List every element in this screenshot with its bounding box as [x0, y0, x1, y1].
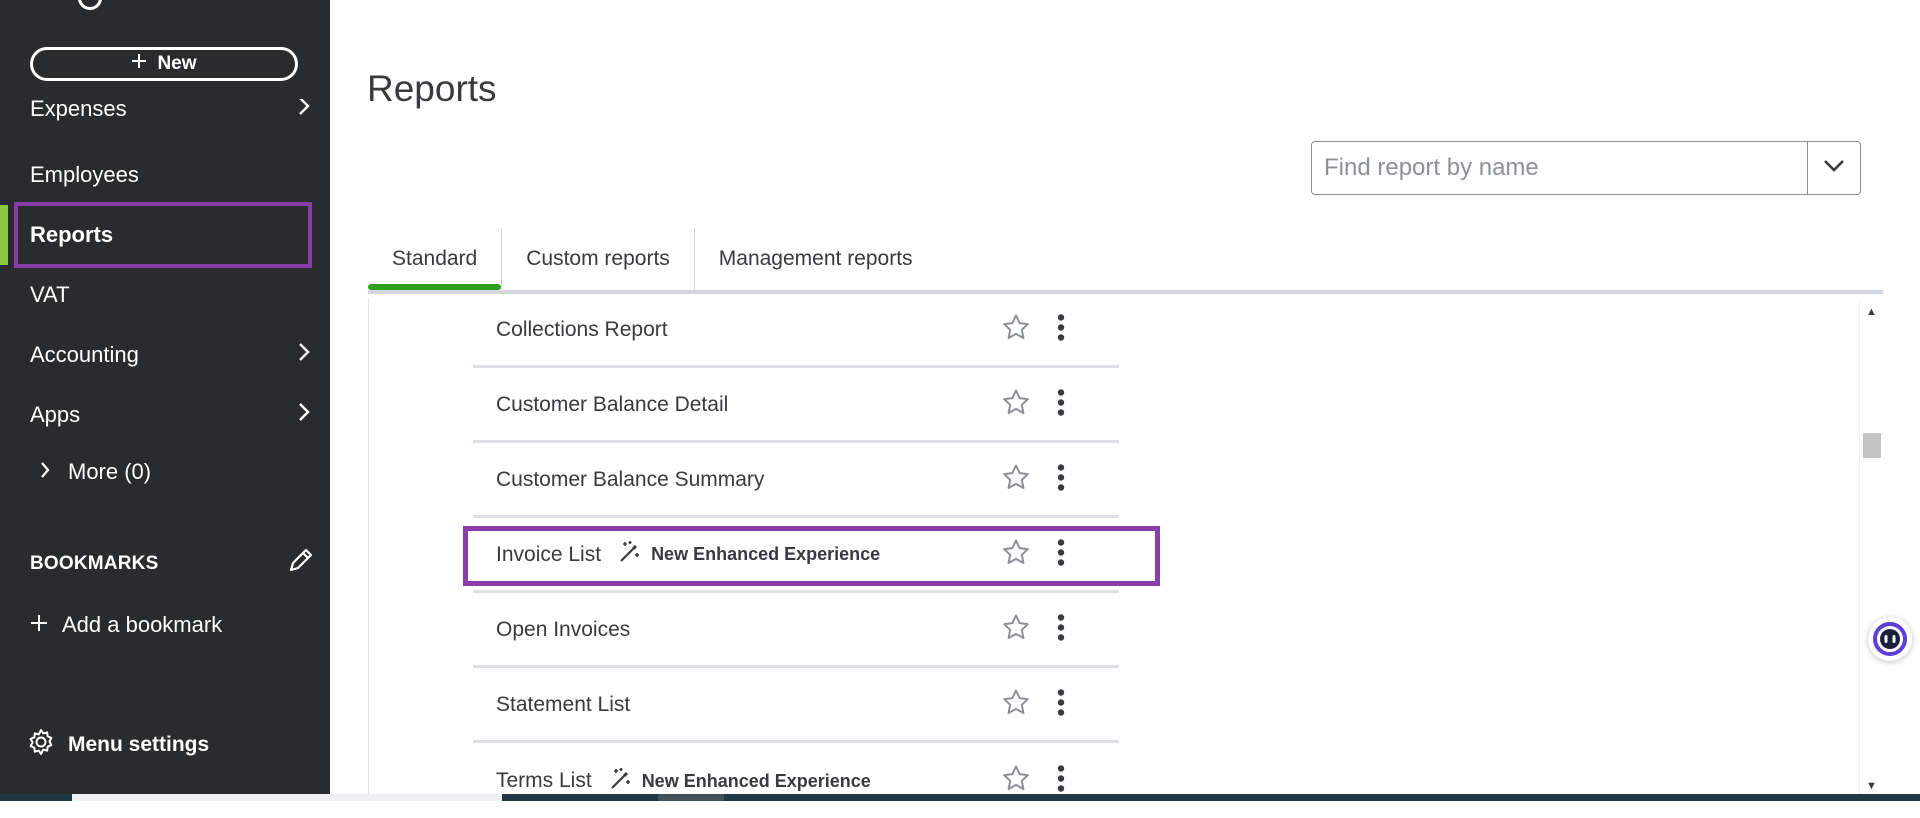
scroll-down-arrow-icon[interactable]: ▼ — [1866, 780, 1877, 792]
report-row[interactable]: Open Invoices — [473, 594, 1119, 668]
tab-management-reports[interactable]: Management reports — [695, 228, 937, 290]
sidebar-item-label: VAT — [30, 282, 70, 307]
taskbar — [0, 794, 1920, 801]
favorite-star-icon[interactable] — [1001, 312, 1031, 347]
search-dropdown-button[interactable] — [1807, 142, 1860, 194]
scroll-thumb[interactable] — [1863, 433, 1881, 458]
report-row[interactable]: Statement List — [473, 669, 1119, 743]
invoice-list-highlight-box — [463, 526, 1160, 586]
report-row[interactable]: Customer Balance Summary — [473, 444, 1119, 518]
new-button[interactable]: New — [30, 47, 298, 81]
more-options-icon[interactable] — [1057, 313, 1065, 346]
logo — [78, 0, 102, 10]
sidebar-item-accounting[interactable]: Accounting — [30, 339, 320, 371]
chevron-down-icon — [1823, 159, 1845, 178]
scroll-up-arrow-icon[interactable]: ▲ — [1866, 306, 1877, 318]
plus-icon — [30, 612, 48, 638]
more-options-icon[interactable] — [1057, 613, 1065, 646]
scrollbar[interactable]: ▲ ▼ — [1859, 298, 1884, 794]
sidebar-more[interactable]: More (0) — [40, 459, 151, 485]
favorite-star-icon[interactable] — [1001, 687, 1031, 722]
sidebar-item-label: Expenses — [30, 99, 127, 121]
more-options-icon[interactable] — [1057, 765, 1065, 798]
bookmarks-heading: BOOKMARKS — [30, 553, 159, 574]
report-name-link[interactable]: Statement List — [473, 693, 630, 717]
assistant-bot-icon[interactable] — [1868, 617, 1912, 661]
sidebar-item-employees[interactable]: Employees — [30, 159, 320, 191]
plus-icon — [131, 53, 147, 75]
add-bookmark-button[interactable]: Add a bookmark — [30, 612, 222, 638]
report-name-link[interactable]: Customer Balance Summary — [473, 468, 764, 492]
more-options-icon[interactable] — [1057, 388, 1065, 421]
sidebar-item-vat[interactable]: VAT — [30, 279, 320, 311]
more-options-icon[interactable] — [1057, 688, 1065, 721]
report-name-link[interactable]: Open Invoices — [473, 618, 630, 642]
edit-bookmarks-pencil-icon[interactable] — [286, 547, 314, 580]
favorite-star-icon[interactable] — [1001, 387, 1031, 422]
sidebar-item-label: Accounting — [30, 342, 139, 367]
more-options-icon[interactable] — [1057, 463, 1065, 496]
sidebar: New Expenses Employees Reports VAT Accou… — [0, 0, 330, 801]
new-button-label: New — [157, 53, 197, 74]
more-label: More (0) — [68, 459, 152, 484]
chevron-right-icon — [298, 342, 310, 368]
report-row[interactable]: Collections Report — [473, 294, 1119, 368]
chevron-right-icon — [298, 99, 310, 122]
menu-settings-label: Menu settings — [68, 733, 210, 756]
tab-standard[interactable]: Standard — [368, 228, 503, 290]
sidebar-item-label: Employees — [30, 162, 139, 187]
report-name-link[interactable]: Collections Report — [473, 318, 668, 342]
report-name-link[interactable]: Customer Balance Detail — [473, 393, 728, 417]
sidebar-item-label: Apps — [30, 402, 81, 427]
favorite-star-icon[interactable] — [1001, 462, 1031, 497]
sidebar-item-expenses[interactable]: Expenses — [30, 99, 320, 131]
enhanced-experience-badge: New Enhanced Experience — [608, 766, 871, 797]
report-row[interactable]: Terms List New Enhanced Experience — [473, 744, 1119, 818]
chevron-right-icon — [298, 402, 310, 428]
chevron-right-icon — [40, 459, 50, 485]
report-tabs: Standard Custom reports Management repor… — [368, 228, 937, 290]
reports-highlight-box — [14, 202, 312, 268]
sidebar-item-apps[interactable]: Apps — [30, 399, 320, 431]
search-input[interactable] — [1312, 141, 1807, 195]
badge-label: New Enhanced Experience — [641, 770, 871, 791]
active-indicator — [0, 205, 8, 265]
menu-settings-button[interactable]: Menu settings — [26, 727, 209, 763]
page-title: Reports — [367, 68, 497, 109]
magic-wand-icon — [608, 766, 634, 797]
tab-custom-reports[interactable]: Custom reports — [502, 228, 695, 290]
report-row[interactable]: Customer Balance Detail — [473, 369, 1119, 443]
gear-icon — [26, 727, 56, 763]
report-search — [1311, 141, 1861, 195]
report-name-link[interactable]: Terms List — [473, 769, 592, 793]
favorite-star-icon[interactable] — [1001, 612, 1031, 647]
add-bookmark-label: Add a bookmark — [62, 612, 223, 637]
